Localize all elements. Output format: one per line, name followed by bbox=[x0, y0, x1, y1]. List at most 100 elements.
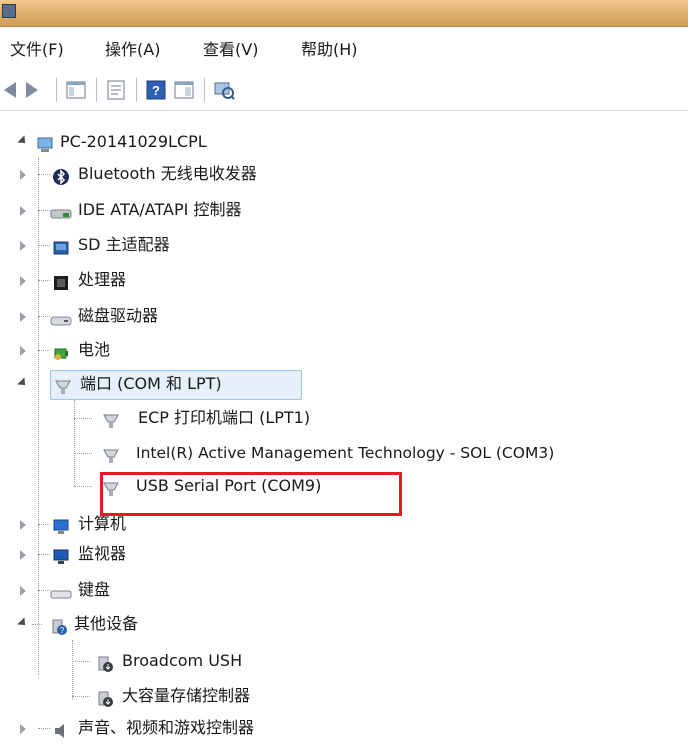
other-device-child-item[interactable]: 大容量存储控制器 bbox=[72, 680, 472, 712]
computer-root-icon bbox=[36, 133, 54, 152]
annotation-highlight-box bbox=[100, 472, 402, 516]
tree-item[interactable]: 监视器 bbox=[20, 538, 420, 570]
tree-item-label: ECP 打印机端口 (LPT1) bbox=[138, 408, 311, 427]
toolbar-separator bbox=[56, 78, 57, 102]
tree-item-label: 端口 (COM 和 LPT) bbox=[80, 374, 222, 393]
show-hide-console-tree-icon[interactable] bbox=[64, 78, 88, 102]
tree-guide-line bbox=[38, 524, 50, 525]
bluetooth-icon bbox=[52, 165, 70, 185]
menu-help[interactable]: 帮助(H) bbox=[297, 39, 362, 61]
sound-icon bbox=[52, 719, 70, 738]
collapse-arrow-icon[interactable] bbox=[17, 377, 29, 389]
svg-text:?: ? bbox=[60, 626, 65, 635]
other-device-child-item[interactable]: Broadcom USH bbox=[72, 645, 472, 677]
properties-icon[interactable] bbox=[104, 78, 128, 102]
expand-arrow-icon[interactable] bbox=[20, 241, 26, 251]
svg-text:?: ? bbox=[152, 83, 160, 98]
unknown-device-warning-icon bbox=[96, 687, 114, 707]
expand-arrow-icon[interactable] bbox=[20, 520, 26, 530]
tree-item-label: 电池 bbox=[78, 340, 111, 359]
tree-guide-line bbox=[38, 280, 50, 281]
tree-root-label: PC-20141029LCPL bbox=[60, 132, 207, 151]
tree-guide-line bbox=[32, 624, 42, 625]
scan-hardware-changes-icon[interactable] bbox=[212, 78, 236, 102]
expand-arrow-icon[interactable] bbox=[20, 170, 26, 180]
tree-item-label: 键盘 bbox=[78, 580, 111, 599]
toolbar: ? bbox=[0, 70, 688, 111]
tree-guide-line bbox=[38, 174, 50, 175]
tree-item[interactable]: Bluetooth 无线电收发器 bbox=[20, 158, 420, 190]
keyboard-icon bbox=[50, 581, 72, 599]
port-icon bbox=[54, 375, 72, 394]
toolbar-separator bbox=[96, 78, 97, 102]
tree-item-label: Bluetooth 无线电收发器 bbox=[78, 164, 257, 183]
action-pane-icon[interactable] bbox=[172, 78, 196, 102]
ide-controller-icon bbox=[50, 201, 72, 219]
expand-arrow-icon[interactable] bbox=[20, 276, 26, 286]
tree-guide-line bbox=[72, 696, 90, 697]
tree-guide-line bbox=[38, 554, 50, 555]
expand-arrow-icon[interactable] bbox=[20, 346, 26, 356]
computer-icon bbox=[52, 515, 70, 534]
tree-guide-line bbox=[38, 245, 50, 246]
port-child-item[interactable]: Intel(R) Active Management Technology - … bbox=[74, 437, 684, 469]
device-tree: PC-20141029LCPL Bluetooth 无线电收发器 IDE ATA… bbox=[0, 118, 688, 742]
sd-adapter-icon bbox=[52, 236, 70, 255]
collapse-arrow-icon[interactable] bbox=[17, 617, 29, 629]
help-icon[interactable]: ? bbox=[144, 78, 168, 102]
tree-guide-line bbox=[74, 418, 92, 419]
tree-item[interactable]: 键盘 bbox=[20, 574, 420, 606]
tree-root[interactable]: PC-20141029LCPL bbox=[12, 126, 312, 158]
menu-bar: 文件(F) 操作(A) 查看(V) 帮助(H) bbox=[0, 33, 688, 67]
tree-guide-line bbox=[38, 316, 50, 317]
tree-item-label: 处理器 bbox=[78, 270, 127, 289]
expand-arrow-icon[interactable] bbox=[20, 550, 26, 560]
expand-arrow-icon[interactable] bbox=[20, 312, 26, 322]
expand-arrow-icon[interactable] bbox=[20, 724, 26, 734]
unknown-device-warning-icon bbox=[96, 652, 114, 672]
expand-arrow-icon[interactable] bbox=[20, 586, 26, 596]
tree-item-label: 监视器 bbox=[78, 544, 127, 563]
tree-guide-line bbox=[38, 350, 50, 351]
tree-guide-line bbox=[74, 453, 92, 454]
collapse-arrow-icon[interactable] bbox=[17, 135, 29, 147]
tree-item-label: 磁盘驱动器 bbox=[78, 306, 159, 325]
unknown-device-icon: ? bbox=[50, 615, 68, 635]
window-title-bar bbox=[0, 0, 688, 27]
tree-item[interactable]: 处理器 bbox=[20, 264, 420, 296]
tree-guide-line bbox=[38, 210, 50, 211]
tree-item[interactable]: SD 主适配器 bbox=[20, 229, 420, 261]
tree-item-label: Broadcom USH bbox=[122, 651, 243, 670]
port-icon bbox=[102, 409, 120, 428]
monitor-icon bbox=[52, 545, 70, 564]
tree-item-ports[interactable]: 端口 (COM 和 LPT) bbox=[14, 368, 414, 400]
menu-action[interactable]: 操作(A) bbox=[101, 39, 164, 61]
back-icon[interactable] bbox=[4, 82, 16, 98]
tree-item[interactable]: IDE ATA/ATAPI 控制器 bbox=[20, 194, 420, 226]
menu-file[interactable]: 文件(F) bbox=[6, 39, 68, 61]
tree-item-label: Intel(R) Active Management Technology - … bbox=[136, 444, 555, 462]
tree-item[interactable]: 电池 bbox=[20, 334, 420, 366]
disk-drive-icon bbox=[50, 307, 72, 326]
tree-item[interactable]: 磁盘驱动器 bbox=[20, 300, 420, 332]
tree-item-other-devices[interactable]: ? 其他设备 bbox=[14, 608, 414, 640]
tree-item[interactable]: 声音、视频和游戏控制器 bbox=[20, 712, 420, 744]
port-child-item[interactable]: ECP 打印机端口 (LPT1) bbox=[74, 402, 574, 434]
tree-item-label: 其他设备 bbox=[74, 614, 139, 633]
battery-icon bbox=[52, 341, 70, 360]
toolbar-separator bbox=[204, 78, 205, 102]
tree-item-label: IDE ATA/ATAPI 控制器 bbox=[78, 200, 242, 219]
tree-guide-line bbox=[74, 486, 92, 487]
tree-guide-line bbox=[38, 590, 50, 591]
menu-view[interactable]: 查看(V) bbox=[199, 39, 262, 61]
tree-guide-line bbox=[38, 728, 50, 729]
tree-item-label: 大容量存储控制器 bbox=[122, 686, 251, 705]
expand-arrow-icon[interactable] bbox=[20, 206, 26, 216]
device-manager-icon bbox=[2, 4, 16, 18]
forward-icon[interactable] bbox=[26, 82, 38, 98]
toolbar-separator bbox=[136, 78, 137, 102]
processor-icon bbox=[52, 271, 70, 290]
tree-item-label: 声音、视频和游戏控制器 bbox=[78, 718, 255, 737]
port-icon bbox=[102, 444, 120, 463]
tree-guide-line bbox=[72, 661, 90, 662]
